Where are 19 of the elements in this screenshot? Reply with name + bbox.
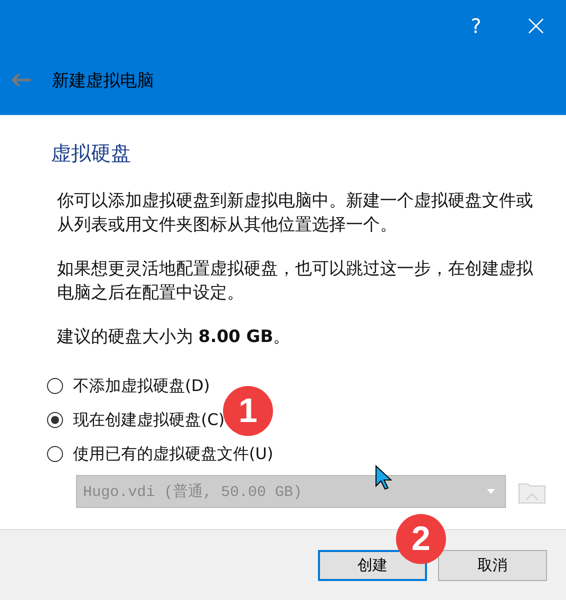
dialog-button[interactable]: 取消 [438,550,547,580]
radio-button[interactable] [47,412,63,428]
radio-label[interactable]: 不添加虚拟硬盘(D) [73,376,210,396]
description-text: 建议的硬盘大小为 8.00 GB。 [57,326,292,349]
wizard-title: 新建虚拟电脑 [52,70,154,92]
radio-label[interactable]: 现在创建虚拟硬盘(C) [73,410,225,430]
close-icon [528,18,544,34]
description-text: 你可以添加虚拟硬盘到新虚拟电脑中。新建一个虚拟硬盘文件或从列表或用文件夹图标从其他位置选择一个。 [57,190,533,237]
dropdown-caret-icon [487,489,496,494]
page-heading: 虚拟硬盘 [51,140,132,167]
description-text: 如果想更灵活地配置虚拟硬盘，也可以跳过这一步，在创建虚拟电脑之后在配置中设定。 [57,258,533,305]
step-number-tooltip: 1 [223,386,273,436]
radio-label[interactable]: 使用已有的虚拟硬盘文件(U) [73,444,274,464]
radio-button[interactable] [47,446,63,462]
mouse-cursor-icon [375,465,395,491]
help-button[interactable]: ? [446,0,506,52]
dialog-button[interactable]: 创建 [318,550,427,580]
radio-button[interactable] [47,378,63,394]
step-number-tooltip: 2 [396,514,446,564]
